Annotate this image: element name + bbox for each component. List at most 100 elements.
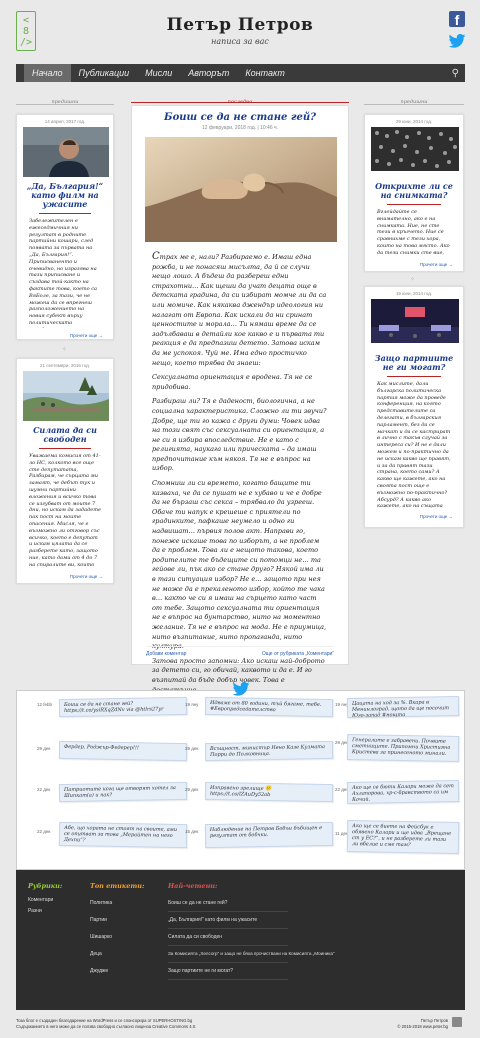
footer-rubric-link[interactable]: Разни — [28, 906, 68, 917]
article-paragraph: Разбираш ли? Тя е даденост, биологична, … — [152, 397, 327, 473]
nav-item-publications[interactable]: Публикации — [71, 64, 138, 82]
tweet-time: 29 дек — [37, 746, 51, 751]
post-image[interactable] — [23, 127, 109, 177]
tweet-card[interactable]: Наблюдение на Петров Бобъи бъбищен е рез… — [204, 821, 334, 849]
article-paragraph: Страх ме е, нали? Разбираемо е. Имаш едн… — [152, 251, 327, 367]
tweet-time: 12 febb — [37, 702, 53, 707]
read-more-link[interactable]: Прочети още → — [375, 262, 453, 267]
post-card[interactable]: 29 юни, 2014 год. Открихте ли се на сним… — [364, 114, 464, 272]
tweet-card[interactable]: Генералите е забравени. Почвите сметници… — [346, 734, 460, 762]
post-image[interactable] — [23, 371, 109, 421]
nav-item-home[interactable]: Начало — [24, 64, 71, 82]
facebook-glyph: f — [454, 12, 460, 28]
license-icon[interactable] — [452, 1017, 462, 1027]
article-image — [145, 137, 337, 242]
tweet-card[interactable]: Идваме от 80 години, тъй бягаме, тебе. #… — [204, 696, 334, 718]
main-nav: Начало Публикации Мисли Авторът Контакт … — [16, 64, 465, 82]
article-title[interactable]: Боиш се да не стане гей? — [132, 112, 348, 123]
tweet-time: 22 дек — [37, 787, 51, 792]
footer-tag-link[interactable]: Политика — [90, 895, 152, 912]
tweet-card[interactable]: Абе, що хората не стоят на своите, ами с… — [58, 821, 188, 849]
right-section-label: предишни — [400, 99, 428, 105]
tweet-time: 15 дек — [185, 829, 199, 834]
footer-heading: Най-четени: — [168, 882, 218, 890]
footer-popular-link[interactable]: „Да, България!“ като филм на ужасите — [168, 912, 288, 929]
post-excerpt: Как мислите, дали българска политическа … — [377, 381, 451, 509]
post-image[interactable] — [371, 299, 459, 349]
read-more-link[interactable]: Прочети още → — [27, 574, 103, 579]
post-title[interactable]: Открихте ли се на снимката? — [371, 182, 457, 200]
article-paragraph: Спомниш ли си времето, когато бащите ти … — [152, 479, 327, 651]
copyright-notice: Тоза блог е създаден благодарение на Wor… — [16, 1018, 196, 1030]
copyright-line: Съдържанието в него може да се ползва св… — [16, 1024, 197, 1029]
more-in-category-link[interactable]: Още от рубриката „Коментари“ — [262, 651, 334, 657]
nav-item-contact[interactable]: Контакт — [237, 64, 293, 82]
post-date: 14 април, 2017 год. — [44, 119, 86, 124]
post-card[interactable]: 19 юни, 2014 год. Защо партиите не ги мо… — [364, 286, 464, 528]
tweet-time: 22 дек — [37, 829, 51, 834]
page: < 8 /> Петър Петров написа за вас f Нача… — [0, 0, 480, 1038]
post-title[interactable]: Силата да си свободен — [23, 426, 107, 444]
post-title[interactable]: „Да, България!“ като филм на ужасите — [23, 182, 107, 209]
post-image[interactable] — [371, 127, 459, 177]
tweet-time: 29 дек — [185, 746, 199, 751]
copyright-years: © 2015-2018 www.peter.bg — [397, 1024, 448, 1029]
separator-dot: ⁘ — [62, 346, 68, 353]
post-date: 21 септември, 2016 год. — [39, 363, 91, 368]
post-date: 29 юни, 2014 год. — [395, 119, 433, 124]
tweet-card[interactable]: Изправено зрелище 🙂 https://t.co/lZAuDy5… — [204, 781, 334, 803]
tweet-card[interactable]: Цацата на ход за %. Вкара в Менинлоград,… — [346, 696, 460, 719]
divider — [39, 448, 91, 449]
tweet-time: 19 яну — [185, 702, 199, 707]
nav-item-thoughts[interactable]: Мисли — [137, 64, 180, 82]
post-excerpt: Вглейдайте се внимателно, ако е на снимк… — [377, 209, 450, 257]
divider — [39, 213, 91, 214]
footer-rubrics: Рубрики: Коментари Разни — [28, 882, 68, 917]
tweet-card[interactable]: Ако ще се биете на Фейсбук е обявено Кал… — [346, 820, 460, 854]
post-date: 19 юни, 2014 год. — [395, 291, 433, 296]
add-comment-link[interactable]: Добави коментар — [146, 651, 186, 657]
separator-dot: ⁘ — [410, 276, 416, 283]
tweet-card[interactable]: Ако ще се бюти Калари може да сет Ахлапо… — [346, 780, 460, 804]
post-card[interactable]: 21 септември, 2016 год. Силата да си сво… — [16, 358, 114, 584]
facebook-icon[interactable]: f — [449, 11, 465, 28]
footer-tags: Топ етикети: Политика Партии Шишарко Дец… — [90, 882, 152, 980]
twitter-icon[interactable] — [232, 681, 250, 696]
article-footer: Добави коментар Още от рубриката „Комент… — [146, 646, 334, 657]
read-more-link[interactable]: Прочети още → — [27, 333, 103, 338]
footer-popular-link[interactable]: Защо партиите не ги могат? — [168, 963, 288, 980]
footer-rubric-link[interactable]: Коментари — [28, 895, 68, 906]
post-title[interactable]: Защо партиите не ги могат? — [371, 354, 457, 372]
footer-tag-link[interactable]: Партии — [90, 912, 152, 929]
featured-article: Боиш се да не стане гей? 12 февруари, 20… — [131, 105, 349, 694]
search-icon[interactable]: ⚲ — [452, 68, 459, 79]
post-card[interactable]: 14 април, 2017 год. „Да, България!“ като… — [16, 114, 114, 340]
footer-heading: Рубрики: — [28, 882, 63, 890]
article-date: 12 февруари, 2018 год. | 10:46 ч. — [202, 125, 278, 131]
footer-tag-link[interactable]: Шишарко — [90, 929, 152, 946]
footer-popular-link[interactable]: Силата да си свободен — [168, 929, 288, 946]
twitter-icon[interactable] — [447, 33, 467, 48]
divider — [387, 204, 441, 205]
footer-heading: Топ етикети: — [90, 882, 145, 890]
tweet-card[interactable]: Боиш се да не стане гей? https://t.co/ys… — [58, 696, 188, 718]
site-subtitle: написа за вас — [211, 37, 269, 46]
tweet-card[interactable]: Патриотите кога ще отворят хотел за Шипк… — [58, 781, 188, 803]
tweet-time: 29 дек — [185, 787, 199, 792]
article-body: Страх ме е, нали? Разбираемо е. Имаш едн… — [152, 252, 328, 695]
site-title[interactable]: Петър Петров — [0, 15, 480, 35]
footer-popular: Най-четени: Боиш се да не стане гей? „Да… — [168, 882, 335, 980]
left-section-label: предишни — [51, 99, 79, 105]
footer-popular-link[interactable]: Боиш се да не стане гей? — [168, 895, 288, 912]
footer-popular-link[interactable]: За Комисията „Хелсогр“ и защо не бяха пр… — [168, 946, 335, 963]
site-footer: Рубрики: Коментари Разни Топ етикети: По… — [16, 870, 465, 1010]
nav-item-author[interactable]: Авторът — [180, 64, 237, 82]
post-excerpt: Уважаема комисия от 41-ло НС, колкото вс… — [29, 453, 101, 569]
tweet-card[interactable]: Фердер, Роджър-Федерер!!! — [58, 740, 188, 762]
footer-tag-link[interactable]: Джудже — [90, 963, 152, 980]
article-paragraph: Сексуалната ориентация е вродена. Тя не … — [152, 373, 313, 391]
footer-tag-link[interactable]: Деца — [90, 946, 152, 963]
read-more-link[interactable]: Прочети още → — [375, 514, 453, 519]
tweet-card[interactable]: Всъщност, министър Нено Казе Кузмата Пор… — [204, 740, 334, 762]
copyright-owner: Петър Петров © 2015-2018 www.peter.bg — [380, 1018, 448, 1030]
